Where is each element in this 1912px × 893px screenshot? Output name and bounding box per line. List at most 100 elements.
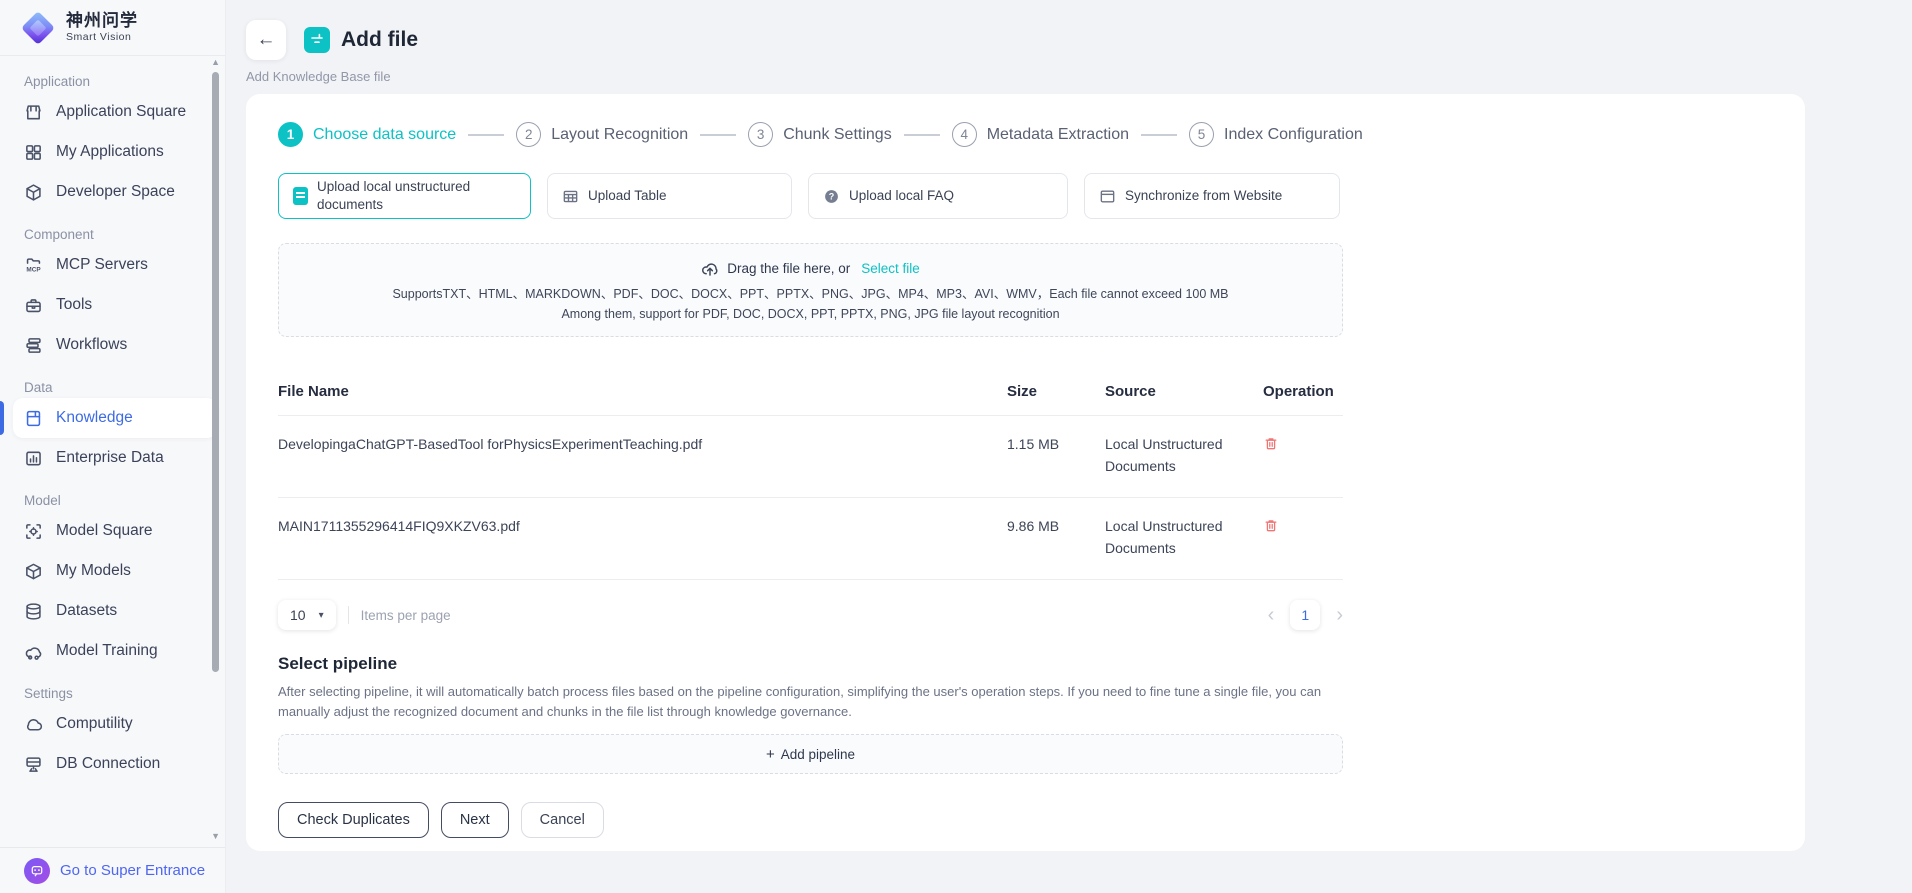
super-entrance-link[interactable]: Go to Super Entrance — [0, 847, 225, 893]
divider — [348, 606, 349, 624]
cloud-icon — [24, 715, 43, 734]
select-pipeline-title: Select pipeline — [278, 654, 1343, 674]
grid-icon — [24, 143, 43, 162]
sidebar-item-application-square[interactable]: Application Square — [24, 92, 211, 132]
section-label-model: Model — [24, 493, 211, 508]
sidebar-item-db-connection[interactable]: DB Connection — [24, 744, 211, 784]
svg-text:MCP: MCP — [26, 266, 41, 273]
page-header: ← Add file Add Knowledge Base file — [226, 0, 1912, 84]
step-connector — [468, 134, 504, 136]
step-layout-recognition: 2 Layout Recognition — [516, 122, 688, 147]
dropzone-formats: SupportsTXT、HTML、MARKDOWN、PDF、DOC、DOCX、P… — [392, 283, 1228, 302]
table-row: DevelopingaChatGPT-BasedTool forPhysicsE… — [278, 416, 1343, 498]
step-connector — [904, 134, 940, 136]
step-label: Metadata Extraction — [987, 126, 1129, 144]
brand-name-en: Smart Vision — [66, 31, 138, 43]
sidebar-item-label: Developer Space — [56, 183, 175, 201]
brand-logo: 神州问学 Smart Vision — [0, 0, 225, 56]
select-file-link[interactable]: Select file — [861, 261, 920, 276]
caret-down-icon: ▾ — [319, 610, 324, 621]
cube-hex-icon — [24, 183, 43, 202]
table-row: MAIN1711355296414FIQ9XKZV63.pdf 9.86 MB … — [278, 498, 1343, 580]
sidebar-item-label: Workflows — [56, 336, 127, 354]
page-number-button[interactable]: 1 — [1290, 600, 1320, 630]
card-label: Synchronize from Website — [1125, 187, 1282, 205]
next-button[interactable]: Next — [441, 802, 509, 838]
select-pipeline-description: After selecting pipeline, it will automa… — [278, 682, 1343, 722]
file-source: Local Unstructured Documents — [1105, 433, 1263, 477]
card-upload-local-faq[interactable]: ? Upload local FAQ — [808, 173, 1068, 219]
back-arrow-icon: ← — [257, 29, 276, 51]
sidebar-item-label: Application Square — [56, 103, 186, 121]
sidebar-item-label: Knowledge — [56, 409, 133, 427]
cloud-upload-icon — [701, 260, 719, 278]
file-dropzone[interactable]: Drag the file here, or Select file Suppo… — [278, 243, 1343, 337]
sidebar-item-tools[interactable]: Tools — [24, 285, 211, 325]
box-icon — [24, 562, 43, 581]
sidebar-item-model-training[interactable]: Model Training — [24, 631, 211, 671]
workflow-icon — [24, 336, 43, 355]
card-label: Upload local FAQ — [849, 187, 954, 205]
step-connector — [1141, 134, 1177, 136]
dropzone-text: Drag the file here, or — [727, 261, 850, 276]
action-buttons: Check Duplicates Next Cancel — [278, 802, 1343, 838]
plus-icon: + — [766, 746, 775, 763]
brand-diamond-icon — [20, 10, 56, 46]
next-page-chevron-icon[interactable]: › — [1336, 605, 1343, 625]
stepper: 1 Choose data source 2 Layout Recognitio… — [278, 122, 1343, 147]
sidebar-item-my-models[interactable]: My Models — [24, 551, 211, 591]
step-chunk-settings: 3 Chunk Settings — [748, 122, 892, 147]
delete-file-icon[interactable] — [1263, 517, 1279, 534]
section-label-application: Application — [24, 74, 211, 89]
add-pipeline-button[interactable]: + Add pipeline — [278, 734, 1343, 774]
step-label: Choose data source — [313, 126, 456, 144]
dropzone-layout-note: Among them, support for PDF, DOC, DOCX, … — [561, 307, 1059, 321]
scroll-up-arrow-icon[interactable]: ▲ — [211, 58, 220, 67]
document-icon — [293, 187, 308, 205]
card-upload-table[interactable]: Upload Table — [547, 173, 792, 219]
step-number: 5 — [1189, 122, 1214, 147]
prev-page-chevron-icon[interactable]: ‹ — [1268, 605, 1275, 625]
knowledge-book-icon — [24, 409, 43, 428]
table-header-row: File Name Size Source Operation — [278, 367, 1343, 416]
sidebar-item-workflows[interactable]: Workflows — [24, 325, 211, 365]
toolbox-icon — [24, 296, 43, 315]
step-connector — [700, 134, 736, 136]
sidebar-item-computility[interactable]: Computility — [24, 704, 211, 744]
file-name: DevelopingaChatGPT-BasedTool forPhysicsE… — [278, 433, 1007, 455]
page-size-select[interactable]: 10 ▾ — [278, 600, 336, 630]
section-label-settings: Settings — [24, 686, 211, 701]
back-button[interactable]: ← — [246, 20, 286, 60]
sidebar-item-datasets[interactable]: Datasets — [24, 591, 211, 631]
sidebar-item-knowledge[interactable]: Knowledge — [13, 398, 217, 438]
question-circle-icon: ? — [823, 188, 840, 205]
sidebar: 神州问学 Smart Vision Application Applicatio… — [0, 0, 226, 893]
section-label-data: Data — [24, 380, 211, 395]
content-card: 1 Choose data source 2 Layout Recognitio… — [246, 94, 1805, 851]
sidebar-item-label: Datasets — [56, 602, 117, 620]
sidebar-nav: Application Application Square My Applic… — [0, 56, 225, 784]
page-subtitle: Add Knowledge Base file — [246, 69, 1912, 84]
check-duplicates-button[interactable]: Check Duplicates — [278, 802, 429, 838]
sidebar-item-label: Model Training — [56, 642, 158, 660]
column-header-file-name: File Name — [278, 383, 1007, 400]
page-size-value: 10 — [290, 607, 306, 623]
sidebar-item-enterprise-data[interactable]: Enterprise Data — [24, 438, 211, 478]
main-content: ← Add file Add Knowledge Base file 1 Cho… — [226, 0, 1912, 893]
add-file-icon — [304, 27, 330, 53]
sidebar-item-mcp-servers[interactable]: MCP MCP Servers — [24, 245, 211, 285]
browser-window-icon — [1099, 188, 1116, 205]
storefront-icon — [24, 103, 43, 122]
card-upload-local-unstructured[interactable]: Upload local unstructured documents — [278, 173, 531, 219]
delete-file-icon[interactable] — [1263, 435, 1279, 452]
cancel-button[interactable]: Cancel — [521, 802, 604, 838]
sidebar-item-developer-space[interactable]: Developer Space — [24, 172, 211, 212]
sidebar-item-my-applications[interactable]: My Applications — [24, 132, 211, 172]
file-source: Local Unstructured Documents — [1105, 515, 1263, 559]
card-synchronize-website[interactable]: Synchronize from Website — [1084, 173, 1340, 219]
sidebar-item-label: Model Square — [56, 522, 153, 540]
scroll-down-arrow-icon[interactable]: ▼ — [211, 832, 220, 841]
sidebar-scrollbar-thumb[interactable] — [212, 72, 219, 672]
sidebar-item-label: My Models — [56, 562, 131, 580]
sidebar-item-model-square[interactable]: Model Square — [24, 511, 211, 551]
